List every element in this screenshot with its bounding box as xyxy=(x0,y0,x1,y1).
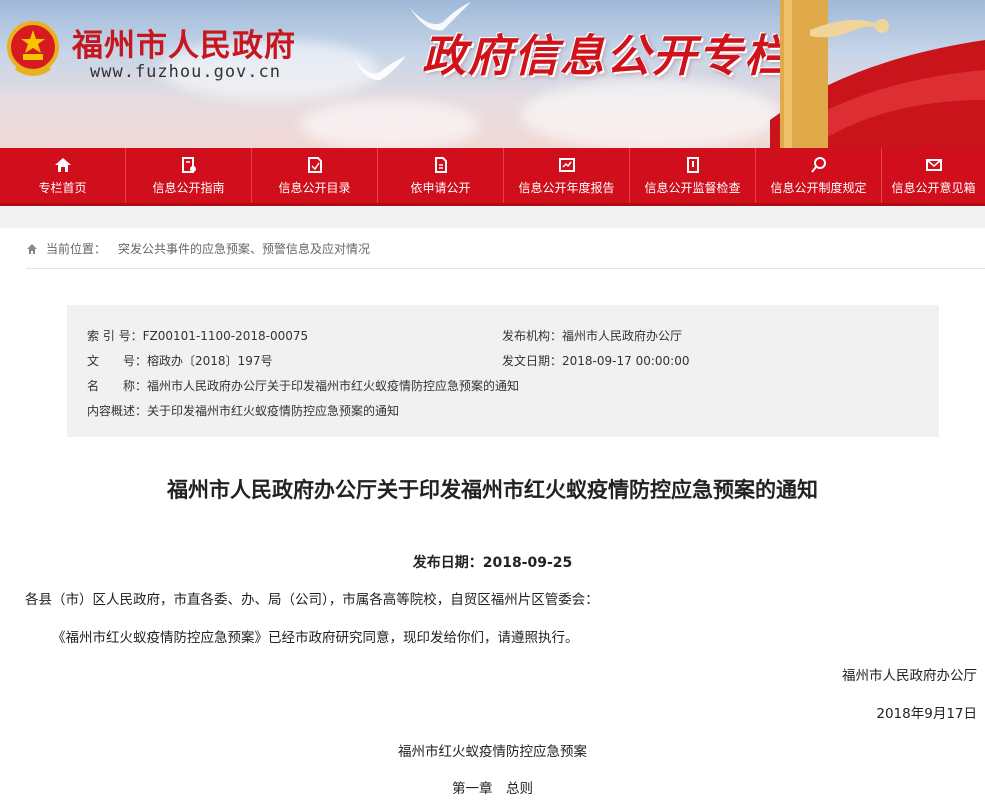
site-banner: 福州市人民政府 www.fuzhou.gov.cn 政府信息公开专栏 xyxy=(0,0,985,148)
home-icon xyxy=(54,157,71,172)
nav-item-catalog[interactable]: 信息公开目录 xyxy=(252,148,378,203)
nav-item-inspection[interactable]: 信息公开监督检查 xyxy=(630,148,756,203)
meta-summary-value: 关于印发福州市红火蚁疫情防控应急预案的通知 xyxy=(147,404,400,418)
main-nav: 专栏首页 信息公开指南 信息公开目录 依申请公开 信息公开年度报告 信息公开监督… xyxy=(0,148,985,206)
site-url[interactable]: www.fuzhou.gov.cn xyxy=(90,62,281,82)
meta-summary: 内容概述：关于印发福州市红火蚁疫情防控应急预案的通知 xyxy=(87,402,399,419)
recipients-paragraph: 各县（市）区人民政府，市直各委、办、局（公司），市属各高等院校，自贸区福州片区管… xyxy=(25,592,599,608)
document-icon xyxy=(434,156,447,173)
column-title: 政府信息公开专栏 xyxy=(422,31,790,82)
nav-item-label: 信息公开目录 xyxy=(278,180,351,195)
inspection-icon xyxy=(686,156,699,173)
divider xyxy=(26,268,985,269)
national-emblem-icon xyxy=(7,21,59,76)
meta-summary-label: 内容概述： xyxy=(87,404,148,418)
meta-docno-label: 文 号： xyxy=(87,354,148,368)
meta-index-label: 索 引 号： xyxy=(87,329,143,343)
catalog-icon xyxy=(307,156,322,173)
seagull-icon xyxy=(354,56,406,81)
nav-item-mailbox[interactable]: 信息公开意见箱 xyxy=(882,148,985,203)
section-divider xyxy=(0,206,985,228)
meta-docno: 文 号：榕政办〔2018〕197号 xyxy=(87,352,272,369)
nav-item-application[interactable]: 依申请公开 xyxy=(378,148,504,203)
report-icon xyxy=(558,157,575,172)
meta-issuer-value: 福州市人民政府办公厅 xyxy=(562,329,683,343)
document-metadata: 索 引 号：FZ00101-1100-2018-00075 发布机构：福州市人民… xyxy=(67,305,939,437)
nav-item-home[interactable]: 专栏首页 xyxy=(0,148,126,203)
publish-date: 发布日期：2018-09-25 xyxy=(412,555,573,571)
meta-name: 名 称：福州市人民政府办公厅关于印发福州市红火蚁疫情防控应急预案的通知 xyxy=(87,377,519,394)
huabiao-pillar-icon xyxy=(770,0,985,148)
nav-item-label: 信息公开意见箱 xyxy=(891,180,976,195)
guide-icon xyxy=(181,156,196,173)
document-title: 福州市人民政府办公厅关于印发福州市红火蚁疫情防控应急预案的通知 xyxy=(167,478,818,502)
chapter-heading: 第一章 总则 xyxy=(452,781,533,797)
breadcrumb-prefix: 当前位置： xyxy=(46,242,107,256)
sign-date: 2018年9月17日 xyxy=(876,706,977,722)
meta-issuer-label: 发布机构： xyxy=(502,329,563,343)
meta-docno-value: 榕政办〔2018〕197号 xyxy=(147,354,273,368)
nav-item-label: 信息公开监督检查 xyxy=(644,180,741,195)
meta-name-value: 福州市人民政府办公厅关于印发福州市红火蚁疫情防控应急预案的通知 xyxy=(147,379,520,393)
home-icon xyxy=(27,243,37,254)
meta-date-value: 2018-09-17 00:00:00 xyxy=(562,354,690,368)
body-paragraph: 《福州市红火蚁疫情防控应急预案》已经市政府研究同意，现印发给你们，请遵照执行。 xyxy=(52,630,579,646)
meta-issuer: 发布机构：福州市人民政府办公厅 xyxy=(502,327,682,344)
mailbox-icon xyxy=(925,158,942,171)
nav-item-label: 信息公开指南 xyxy=(152,180,225,195)
meta-date-label: 发文日期： xyxy=(502,354,563,368)
breadcrumb: 当前位置： 突发公共事件的应急预案、预警信息及应对情况 xyxy=(26,240,370,257)
meta-index-value: FZ00101-1100-2018-00075 xyxy=(142,329,309,343)
nav-item-label: 依申请公开 xyxy=(410,180,471,195)
plan-title: 福州市红火蚁疫情防控应急预案 xyxy=(398,744,587,760)
nav-item-label: 专栏首页 xyxy=(38,180,87,195)
breadcrumb-current[interactable]: 突发公共事件的应急预案、预警信息及应对情况 xyxy=(118,240,370,257)
nav-item-label: 信息公开制度规定 xyxy=(770,180,867,195)
nav-item-annual-report[interactable]: 信息公开年度报告 xyxy=(504,148,630,203)
meta-date: 发文日期：2018-09-17 00:00:00 xyxy=(502,352,689,369)
site-name[interactable]: 福州市人民政府 xyxy=(72,20,296,65)
nav-item-guide[interactable]: 信息公开指南 xyxy=(126,148,252,203)
meta-name-label: 名 称： xyxy=(87,379,148,393)
nav-item-label: 信息公开年度报告 xyxy=(518,180,615,195)
meta-index: 索 引 号：FZ00101-1100-2018-00075 xyxy=(87,327,308,344)
regulation-icon xyxy=(810,156,826,173)
nav-item-regulations[interactable]: 信息公开制度规定 xyxy=(756,148,882,203)
signature: 福州市人民政府办公厅 xyxy=(842,668,977,684)
